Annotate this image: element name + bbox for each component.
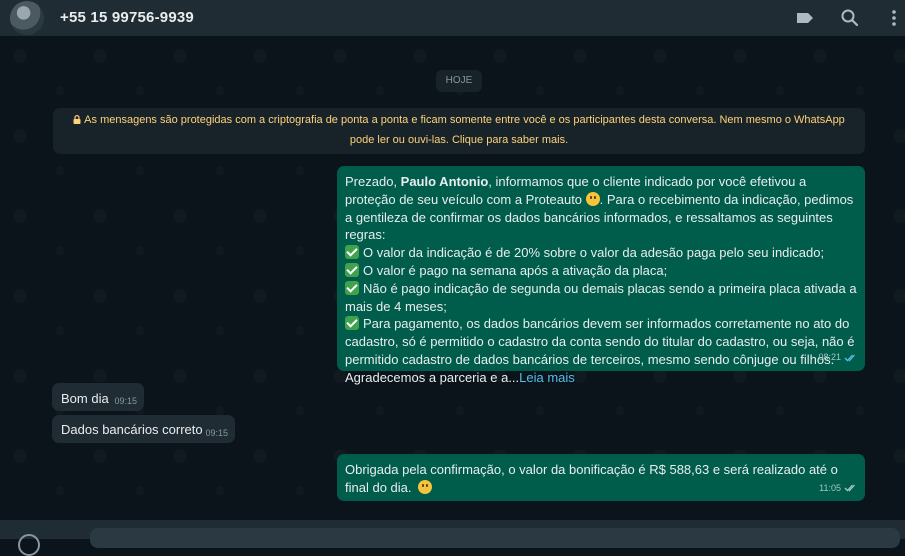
message-bubble-incoming[interactable]: Bom dia 09:15 [52,383,144,411]
encryption-notice[interactable]: As mensagens são protegidas com a cripto… [53,108,865,154]
rule-item: Para pagamento, os dados bancários devem… [345,316,855,367]
message-text: Bom dia [61,391,109,406]
more-vertical-icon[interactable] [884,8,904,28]
date-separator: HOJE [436,70,482,92]
message-input[interactable] [90,528,900,548]
message-bubble-outgoing[interactable]: Prezado, Paulo Antonio, informamos que o… [337,166,865,385]
smile-emoji-icon [585,191,600,206]
message-closing: Agradecemos a parceria e a...Leia mais [345,369,575,385]
encryption-notice-line1: As mensagens são protegidas com a cripto… [84,114,845,126]
label-icon[interactable] [795,8,815,28]
search-icon[interactable] [840,8,860,28]
message-text: Prezado, Paulo Antonio, informamos que o… [345,174,854,243]
check-mark-icon [345,316,359,331]
check-mark-icon [345,245,359,260]
message-time: 09:15 [114,396,137,406]
rule-item: O valor da indicação é de 20% sobre o va… [345,244,857,262]
rule-item: Não é pago indicação de segunda ou demai… [345,280,857,314]
double-check-icon [844,484,855,492]
message-bubble-outgoing[interactable]: Obrigada pela confirmação, o valor da bo… [337,454,865,501]
composer-bar [0,520,905,556]
message-text: Dados bancários correto [61,422,203,437]
double-check-icon [844,354,855,362]
message-bubble-incoming[interactable]: Dados bancários correto 09:15 [52,415,235,443]
message-time: 09:15 [205,428,228,438]
message-time: 11:05 [819,483,841,493]
chat-header: +55 15 99756-9939 [0,0,905,36]
encryption-notice-line2: pode ler ou ouvi-las. Clique para saber … [349,134,569,146]
chat-area[interactable]: HOJE As mensagens são protegidas com a c… [0,36,905,520]
message-time: 08:21 [818,352,841,363]
check-mark-icon [345,280,359,295]
message-meta: 08:21 [818,349,858,367]
check-mark-icon [345,262,359,277]
customer-name: Paulo Antonio [400,174,489,189]
read-more-link[interactable]: Leia mais [519,370,575,385]
thinking-emoji-icon [418,480,433,494]
lock-icon [73,115,81,124]
message-meta: 11:05 [819,479,858,497]
contact-name[interactable]: +55 15 99756-9939 [60,9,194,26]
emoji-icon[interactable] [18,534,40,556]
rule-item: O valor é pago na semana após a ativação… [345,262,857,280]
avatar[interactable] [10,1,44,35]
